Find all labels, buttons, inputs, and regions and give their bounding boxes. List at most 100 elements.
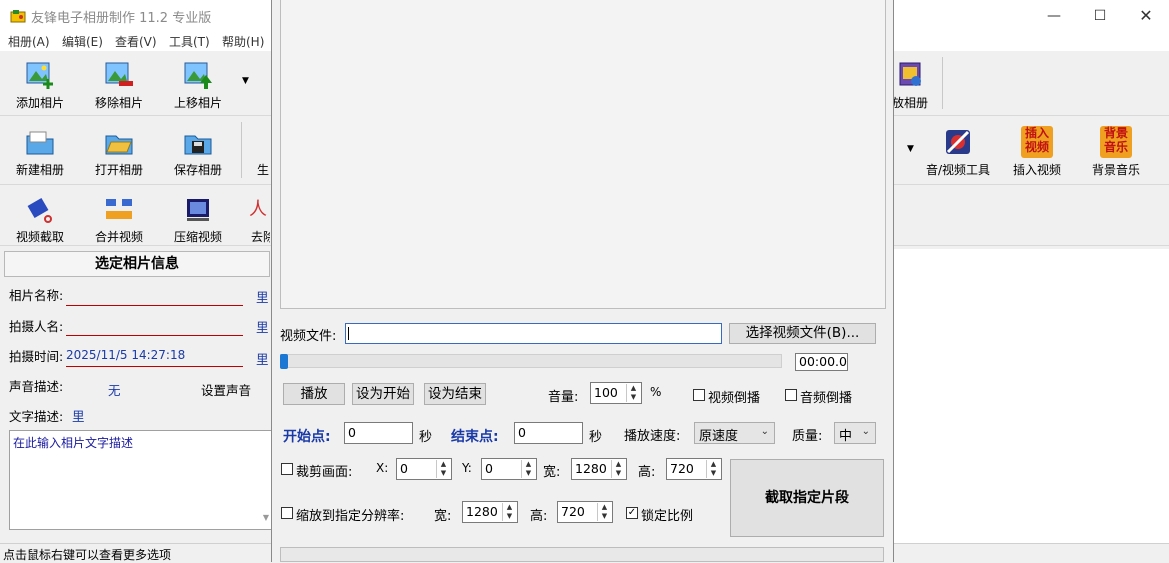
menu-view[interactable]: 查看(V)	[115, 33, 157, 50]
photographer-side[interactable]: 里	[256, 317, 269, 336]
play-button[interactable]: 播放	[283, 383, 345, 405]
background-music-button[interactable]: 背景 音乐 背景音乐	[1077, 120, 1155, 182]
scale-height-label: 高:	[530, 509, 548, 524]
progress-track[interactable]	[280, 354, 782, 368]
chevron-down-icon: ⌄	[760, 426, 769, 437]
speed-select[interactable]: 原速度 ⌄	[694, 422, 775, 444]
sound-desc-label: 声音描述:	[9, 379, 64, 394]
dialog-bottom-panel	[280, 547, 884, 562]
video-file-input[interactable]	[345, 323, 722, 344]
menu-tools[interactable]: 工具(T)	[169, 33, 210, 50]
background-music-label: 背景音乐	[1091, 163, 1140, 177]
dropdown-arrow-icon[interactable]: ▼	[242, 76, 249, 86]
spin-arrows-icon[interactable]: ▲ ▼	[521, 460, 535, 478]
spin-arrows-icon[interactable]: ▲ ▼	[502, 503, 516, 521]
volume-percent: %	[650, 385, 662, 399]
add-photo-label: 添加相片	[15, 96, 64, 110]
crop-width-value: 1280	[575, 461, 607, 476]
speed-label: 播放速度:	[624, 429, 681, 444]
chevron-down-icon: ⌄	[861, 426, 870, 437]
checkmark-icon: ✓	[627, 507, 637, 518]
dropdown-arrow-icon[interactable]: ▼	[907, 144, 914, 154]
photo-time-side[interactable]: 里	[256, 349, 269, 368]
new-album-button[interactable]: 新建相册	[1, 120, 79, 182]
photo-name-side[interactable]: 里	[256, 287, 269, 306]
photo-name-field[interactable]	[66, 284, 243, 304]
text-desc-placeholder: 在此输入相片文字描述	[13, 436, 134, 450]
quality-select[interactable]: 中 ⌄	[834, 422, 876, 444]
crop-width-stepper[interactable]: 1280 ▲ ▼	[571, 458, 627, 480]
set-end-button[interactable]: 设为结束	[424, 383, 486, 405]
video-cut-label: 视频截取	[15, 230, 64, 244]
crop-height-stepper[interactable]: 720 ▲ ▼	[666, 458, 722, 480]
save-album-button[interactable]: 保存相册	[159, 120, 237, 182]
merge-video-button[interactable]: 合并视频	[80, 187, 158, 249]
photo-time-underline	[66, 366, 243, 367]
scale-width-stepper[interactable]: 1280 ▲ ▼	[462, 501, 518, 523]
spin-arrows-icon[interactable]: ▲ ▼	[626, 384, 640, 402]
photo-time-field[interactable]: 2025/11/5 14:27:18	[66, 348, 185, 362]
compress-video-label: 压缩视频	[173, 230, 222, 244]
crop-width-label: 宽:	[543, 465, 561, 480]
minimize-icon[interactable]: —	[1031, 0, 1077, 31]
progress-thumb[interactable]	[280, 354, 288, 369]
add-photo-icon	[26, 62, 53, 89]
start-point-input[interactable]: 0	[344, 422, 413, 444]
menu-edit[interactable]: 编辑(E)	[62, 33, 103, 50]
spin-arrows-icon[interactable]: ▲ ▼	[706, 460, 720, 478]
scale-label: 缩放到指定分辨率:	[296, 509, 405, 524]
text-desc-input[interactable]: 在此输入相片文字描述 ▼	[9, 430, 272, 530]
volume-stepper[interactable]: 100 ▲ ▼	[590, 382, 642, 404]
time-display: 00:00.0	[795, 353, 848, 371]
video-cut-button[interactable]: 视频截取	[1, 187, 79, 249]
compress-video-button[interactable]: 压缩视频	[159, 187, 237, 249]
set-start-button[interactable]: 设为开始	[352, 383, 414, 405]
remove-watermark-label: 去除	[251, 230, 270, 244]
move-up-icon	[184, 62, 212, 89]
av-tools-icon	[946, 130, 970, 154]
scale-width-label: 宽:	[434, 509, 452, 524]
crop-height-label: 高:	[638, 465, 656, 480]
scroll-down-icon[interactable]: ▼	[263, 513, 269, 522]
spin-arrows-icon[interactable]: ▲ ▼	[436, 460, 450, 478]
app-icon	[10, 10, 26, 23]
insert-video-label: 插入视频	[1012, 163, 1061, 177]
volume-label: 音量:	[548, 390, 579, 405]
end-point-input[interactable]: 0	[514, 422, 583, 444]
scale-height-stepper[interactable]: 720 ▲ ▼	[557, 501, 613, 523]
add-photo-button[interactable]: 添加相片	[1, 53, 79, 115]
text-desc-side[interactable]: 里	[72, 406, 85, 425]
crop-y-stepper[interactable]: 0 ▲ ▼	[481, 458, 537, 480]
choose-video-file-button[interactable]: 选择视频文件(B)...	[729, 323, 876, 344]
set-sound-link[interactable]: 设置声音	[201, 380, 251, 399]
photographer-field[interactable]	[66, 315, 243, 335]
generate-button[interactable]: 生	[230, 120, 270, 182]
move-up-photo-button[interactable]: 上移相片	[159, 53, 237, 115]
photographer-underline	[66, 335, 243, 336]
menu-help[interactable]: 帮助(H)	[222, 33, 264, 50]
new-album-icon	[26, 131, 54, 155]
scale-width-value: 1280	[466, 504, 498, 519]
crop-x-stepper[interactable]: 0 ▲ ▼	[396, 458, 452, 480]
close-icon[interactable]: ✕	[1123, 0, 1169, 31]
video-reverse-checkbox[interactable]	[693, 389, 705, 401]
insert-video-button[interactable]: 插入 视频 插入视频	[998, 120, 1076, 182]
cut-segment-button[interactable]: 截取指定片段	[730, 459, 884, 537]
scale-checkbox[interactable]	[281, 507, 293, 519]
crop-y-value: 0	[485, 461, 493, 476]
svg-text:人: 人	[249, 199, 267, 220]
maximize-icon[interactable]: ☐	[1077, 0, 1123, 31]
spin-arrows-icon[interactable]: ▲ ▼	[597, 503, 611, 521]
video-file-label: 视频文件:	[280, 329, 337, 344]
photo-name-underline	[66, 305, 243, 306]
audio-reverse-checkbox[interactable]	[785, 389, 797, 401]
spin-arrows-icon[interactable]: ▲ ▼	[611, 460, 625, 478]
av-tools-button[interactable]: 音/视频工具	[919, 120, 997, 182]
remove-watermark-button[interactable]: 人 去除	[230, 187, 270, 249]
crop-checkbox[interactable]	[281, 463, 293, 475]
open-album-button[interactable]: 打开相册	[80, 120, 158, 182]
menu-album[interactable]: 相册(A)	[8, 33, 50, 50]
lock-ratio-checkbox[interactable]: ✓	[626, 507, 638, 519]
remove-photo-button[interactable]: 移除相片	[80, 53, 158, 115]
merge-video-label: 合并视频	[94, 230, 143, 244]
